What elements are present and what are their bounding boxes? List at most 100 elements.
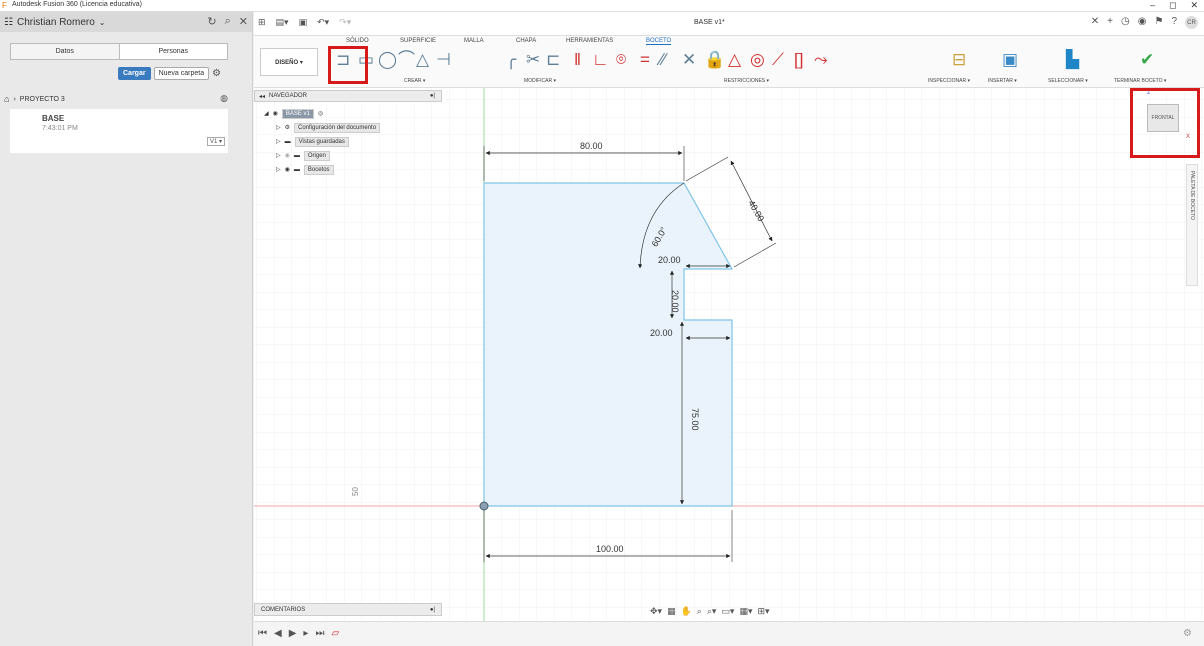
visibility-eye-icon[interactable]: ◉ <box>285 152 290 159</box>
symmetry-tool-icon[interactable]: [] <box>794 50 803 70</box>
jobs-icon[interactable]: ◷ <box>1121 16 1130 29</box>
restricciones-group-label[interactable]: RESTRICCIONES ▾ <box>724 78 769 84</box>
origin-point[interactable] <box>479 501 489 511</box>
search-icon[interactable]: ⌕ <box>225 15 231 28</box>
expand-arrow-icon[interactable]: ▷ <box>276 166 281 173</box>
tab-malla[interactable]: MALLA <box>464 38 484 44</box>
sketch-palette-tab[interactable]: PALETA DE BOCETO <box>1186 164 1198 286</box>
notifications-icon[interactable]: ⚑ <box>1154 16 1163 29</box>
home-icon[interactable]: ⌂ <box>4 94 9 104</box>
zoom-window-icon[interactable]: ⌕▾ <box>707 606 717 617</box>
globe-icon[interactable]: ◍ <box>220 93 228 104</box>
nav-item-origin[interactable]: ▷ ◉ ▬ Origen <box>276 150 330 161</box>
offset-tool-icon[interactable]: ⊏ <box>546 50 560 70</box>
refresh-icon[interactable]: ↻ <box>207 15 216 28</box>
sketch-feature-icon[interactable]: ▱ <box>331 628 339 639</box>
nav-item-saved-views[interactable]: ▷ ▬ Vistas guardadas <box>276 136 349 147</box>
tab-chapa[interactable]: CHAPA <box>516 38 536 44</box>
dim-notch-lower[interactable]: 20.00 <box>650 328 673 338</box>
go-to-end-icon[interactable]: ⏭ <box>315 628 324 639</box>
minimize-button[interactable]: – <box>1150 0 1155 11</box>
nav-item-document-settings[interactable]: ▷ ⚙ Configuración del documento <box>276 122 381 133</box>
collapse-icon[interactable]: ◂◂ <box>259 93 265 100</box>
coincident-tool-icon[interactable]: ∟ <box>592 50 609 70</box>
equal-tool-icon[interactable]: = <box>640 50 650 70</box>
modificar-group-label[interactable]: MODIFICAR ▾ <box>524 78 556 84</box>
comments-panel[interactable]: COMENTARIOS ●| <box>254 603 442 616</box>
dim-notch-upper[interactable]: 20.00 <box>658 255 681 265</box>
pin-icon[interactable]: ●| <box>430 607 435 613</box>
extensions-icon[interactable]: ◉ <box>1138 16 1147 29</box>
user-menu[interactable]: Christian Romero <box>17 17 95 28</box>
close-button[interactable]: ✕ <box>1190 0 1198 11</box>
viewports-icon[interactable]: ⊞▾ <box>757 606 769 617</box>
visibility-eye-icon[interactable]: ◉ <box>285 166 290 173</box>
play-icon[interactable]: ▶ <box>289 628 297 639</box>
project-name[interactable]: PROYECTO 3 <box>20 96 65 103</box>
dimension-tool-icon[interactable]: ‖ <box>574 50 581 70</box>
new-tab-icon[interactable]: + <box>1107 16 1113 29</box>
expand-arrow-icon[interactable]: ▷ <box>276 152 281 159</box>
terminar-group-label[interactable]: TERMINAR BOCETO ▾ <box>1114 78 1166 84</box>
activate-radio-icon[interactable]: ◎ <box>318 110 323 117</box>
dim-right-height[interactable]: 75.00 <box>690 408 700 431</box>
redo-icon[interactable]: ↷▾ <box>339 17 351 28</box>
tab-solido[interactable]: SÓLIDO <box>346 38 369 44</box>
app-grid-icon[interactable]: ⊞ <box>258 17 266 28</box>
select-tool-icon[interactable]: ▙ <box>1066 50 1079 70</box>
tab-personas[interactable]: Personas <box>120 44 228 59</box>
nav-item-sketches[interactable]: ▷ ◉ ▬ Bocetos <box>276 164 334 175</box>
parallel-tool-icon[interactable]: ∕∕ <box>660 50 666 70</box>
curvature-tool-icon[interactable]: ⤳ <box>814 50 828 70</box>
visibility-eye-icon[interactable]: ◉ <box>273 110 278 117</box>
dim-top-width[interactable]: 80.00 <box>580 141 603 151</box>
look-at-icon[interactable]: ▦ <box>667 606 676 617</box>
navigator-header[interactable]: ◂◂ NAVEGADOR ●| <box>254 90 442 102</box>
timeline-settings-icon[interactable]: ⚙ <box>1183 628 1192 639</box>
new-folder-button[interactable]: Nueva carpeta <box>153 67 210 80</box>
tab-boceto[interactable]: BOCETO <box>646 38 672 45</box>
slot-tool-icon[interactable]: ⊣ <box>436 50 451 70</box>
close-panel-icon[interactable]: ✕ <box>239 15 248 28</box>
file-card[interactable]: BASE 7:43:01 PM V1 ▾ <box>10 109 228 153</box>
upload-button[interactable]: Cargar <box>118 67 151 80</box>
trim-tool-icon[interactable]: ✂ <box>526 50 540 70</box>
fix-tool-icon[interactable]: 🔒 <box>704 50 725 70</box>
step-back-icon[interactable]: ◀ <box>274 628 282 639</box>
finish-sketch-icon[interactable]: ✔ <box>1140 50 1154 70</box>
dim-bottom-width[interactable]: 100.00 <box>596 544 624 554</box>
expand-triangle-icon[interactable]: ◢ <box>264 110 269 117</box>
help-icon[interactable]: ? <box>1171 16 1177 29</box>
go-to-start-icon[interactable]: ⏮ <box>258 628 267 639</box>
collinear-tool-icon[interactable]: ⟋ <box>772 50 784 70</box>
nav-item-root[interactable]: ◢ ◉ BASE v1 ◎ <box>264 108 323 119</box>
pin-icon[interactable]: ●| <box>430 93 435 99</box>
close-tab-icon[interactable]: ✕ <box>1091 16 1099 29</box>
expand-arrow-icon[interactable]: ▷ <box>276 124 281 131</box>
avatar[interactable]: CR <box>1185 16 1198 29</box>
measure-tool-icon[interactable]: ⊟ <box>952 50 966 70</box>
tab-herramientas[interactable]: HERRAMIENTAS <box>566 38 613 44</box>
midpoint-tool-icon[interactable]: △ <box>728 50 741 70</box>
insert-image-icon[interactable]: ▣ <box>1002 50 1018 70</box>
fillet-tool-icon[interactable]: ╭ <box>506 50 516 70</box>
grid-settings-icon[interactable]: ▦▾ <box>739 606 752 617</box>
inspeccionar-group-label[interactable]: INSPECCIONAR ▾ <box>928 78 970 84</box>
concentric-tool-icon[interactable]: ◎ <box>750 50 765 70</box>
sketch-profile[interactable] <box>483 182 734 507</box>
undo-icon[interactable]: ↶▾ <box>317 17 329 28</box>
dim-notch-height[interactable]: 20.00 <box>670 290 680 313</box>
zoom-icon[interactable]: ⌕ <box>697 606 702 617</box>
maximize-button[interactable]: ◻ <box>1169 0 1176 11</box>
version-badge[interactable]: V1 ▾ <box>206 137 225 146</box>
workspace-design-button[interactable]: DISEÑO ▾ <box>260 48 318 76</box>
file-menu-icon[interactable]: ▤▾ <box>276 17 289 28</box>
crear-group-label[interactable]: CREAR ▾ <box>404 78 425 84</box>
save-icon[interactable]: ▣ <box>299 17 308 28</box>
step-forward-icon[interactable]: ▸ <box>303 628 308 639</box>
tangent-tool-icon[interactable]: ⌾ <box>616 50 626 70</box>
tab-superficie[interactable]: SUPERFICIE <box>400 38 436 44</box>
orbit-icon[interactable]: ✥▾ <box>650 606 662 617</box>
circle-tool-icon[interactable]: ◯ <box>378 50 397 70</box>
pan-icon[interactable]: ✋ <box>681 606 692 617</box>
